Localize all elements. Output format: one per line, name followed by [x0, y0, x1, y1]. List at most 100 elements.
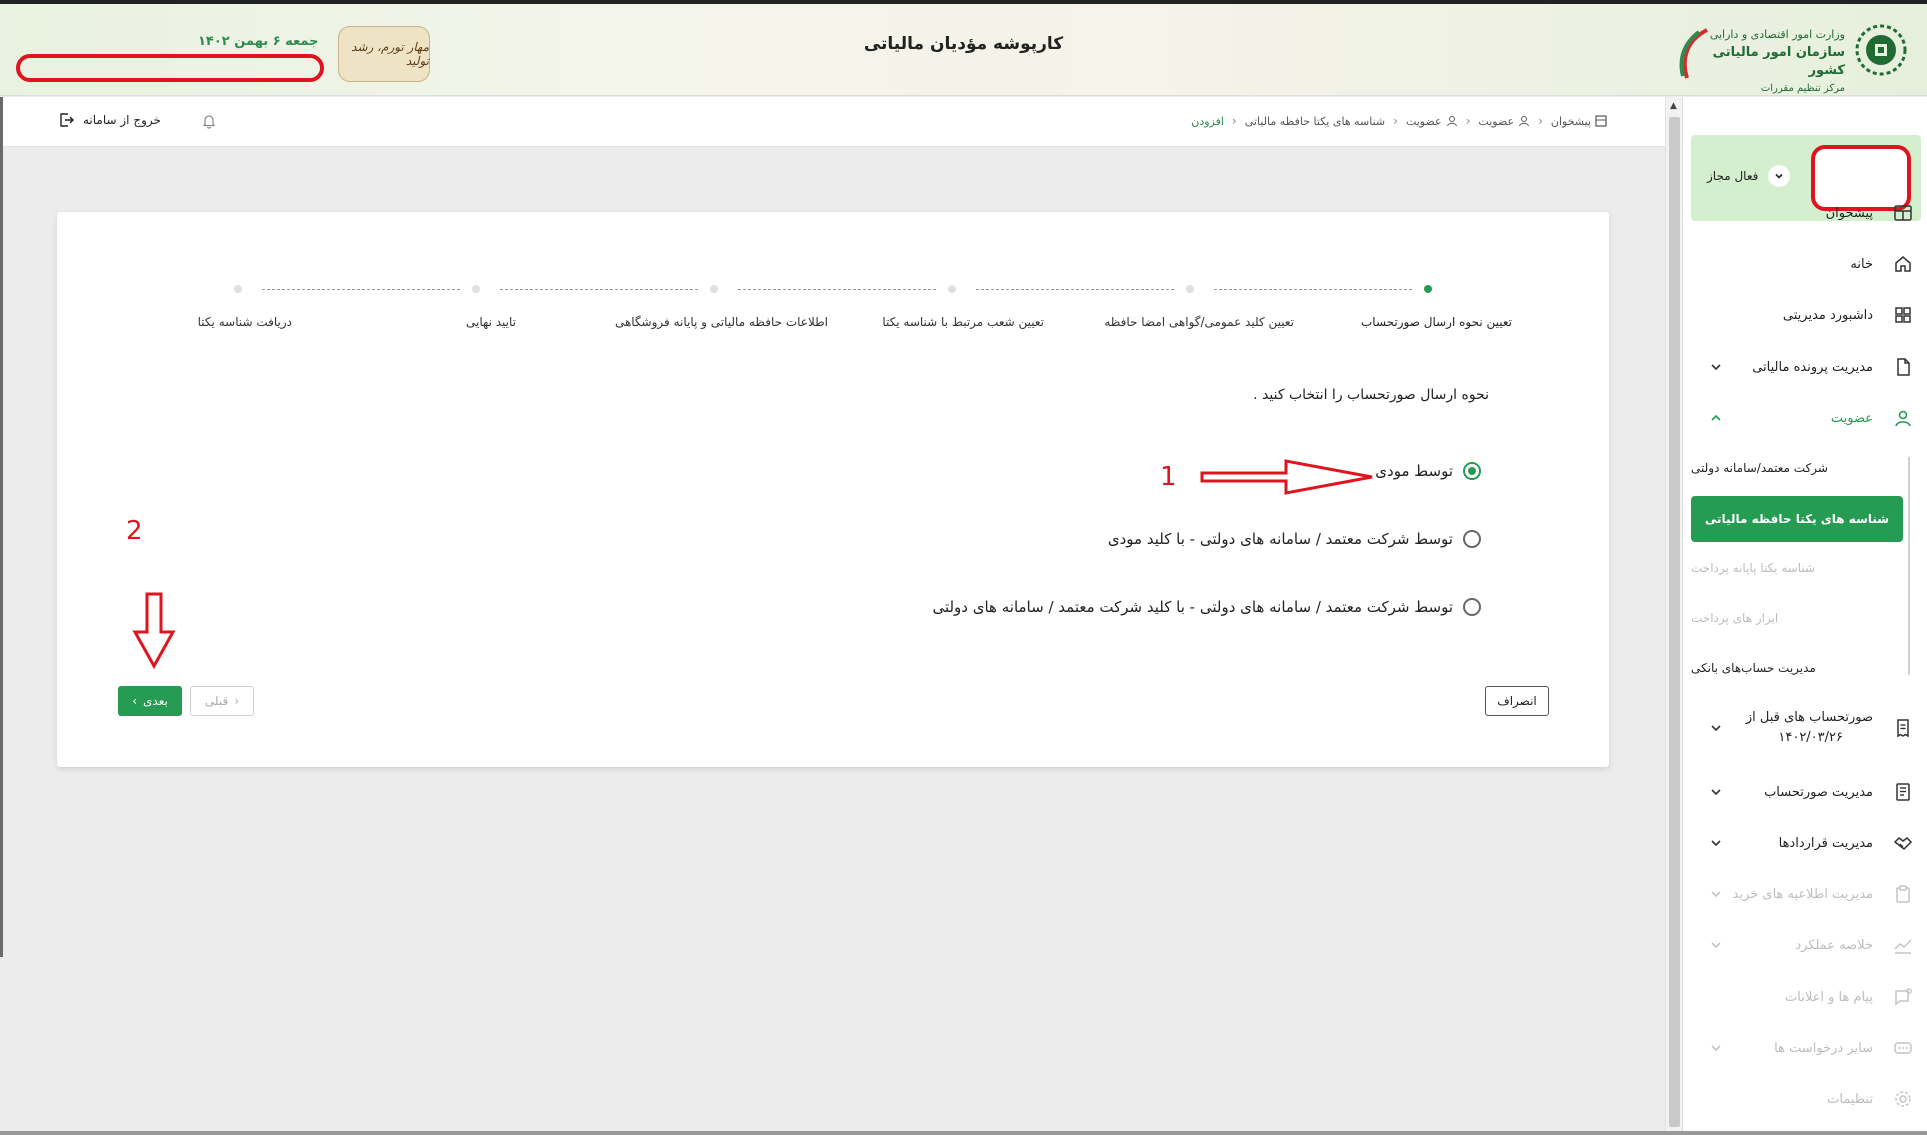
breadcrumb-label: عضویت [1478, 114, 1515, 128]
cancel-button[interactable]: انصراف [1485, 686, 1549, 716]
logout-icon [60, 113, 74, 127]
annotation-arrow-right-icon [1200, 459, 1373, 495]
sidebar-item-label: داشبورد مدیریتی [1782, 307, 1873, 323]
logout-button[interactable]: خروج از سامانه [59, 112, 161, 128]
radio-dot [1468, 467, 1476, 475]
chevron-down-icon[interactable] [1709, 785, 1723, 799]
sidebar-subitem-trusted-company[interactable]: شرکت معتمد/سامانه دولتی [1691, 448, 1903, 488]
option-by-taxpayer[interactable]: توسط مودی [1375, 462, 1481, 480]
breadcrumb-label: شناسه های یکتا حافظه مالیاتی [1244, 114, 1386, 128]
step-label-3: تعیین شعب مرتبط با شناسه یکتا [882, 315, 1044, 329]
step-label-6: دریافت شناسه یکتا [197, 315, 292, 329]
stepper-connector [1214, 289, 1412, 290]
scrollbar-thumb[interactable] [1669, 117, 1680, 1127]
org-center-line: مرکز تنظیم مقررات [1760, 83, 1845, 94]
sidebar-item-label: مدیریت اطلاعیه های خرید [1732, 886, 1873, 902]
sidebar-subitem-payment-terminal-id: شناسه یکتا پایانه پرداخت [1691, 561, 1816, 575]
invoice-icon [1896, 783, 1910, 801]
sidebar-item-label-group: صورتحساب های قبل از ۱۴۰۲/۰۳/۲۶ [1746, 708, 1873, 748]
chevron-left-icon: ‹ [1393, 114, 1398, 128]
sidebar-item-contracts[interactable]: مدیریت قراردادها [1683, 823, 1927, 863]
sidebar-subitem-bank-accounts[interactable]: مدیریت حساب‌های بانکی [1691, 648, 1903, 688]
form-prompt: نحوه ارسال صورتحساب را انتخاب کنید . [1253, 387, 1489, 403]
current-date: جمعه ۶ بهمن ۱۴۰۲ [198, 34, 319, 49]
sidebar-item-label: مدیریت قراردادها [1778, 835, 1873, 851]
sidebar-item-label: خانه [1850, 256, 1873, 272]
chevron-down-icon[interactable] [1709, 836, 1723, 850]
breadcrumb-label: پیشخوان [1550, 114, 1591, 128]
home-icon [1895, 256, 1911, 272]
handshake-icon [1893, 837, 1913, 850]
chart-icon [1894, 939, 1912, 954]
breadcrumb-item-dashboard[interactable]: پیشخوان [1551, 115, 1607, 128]
sidebar-item-tax-file[interactable]: مدیریت پرونده مالیاتی [1683, 347, 1927, 387]
breadcrumb-item-membership-2[interactable]: عضویت [1406, 115, 1458, 128]
dashboard-icon [1894, 205, 1912, 221]
sidebar-item-messages: پیام ها و اعلانات [1683, 977, 1927, 1017]
next-label: بعدی [143, 694, 168, 708]
step-indicator-5 [472, 285, 480, 293]
step-indicator-3 [948, 285, 956, 293]
step-label-4: اطلاعات حافظه مالیاتی و پایانه فروشگاهی [614, 315, 828, 329]
radio-button[interactable] [1463, 462, 1481, 480]
sidebar-item-label: سایر درخواست ها [1774, 1040, 1873, 1056]
chevron-left-icon: ‹ [234, 694, 240, 708]
previous-button[interactable]: ‹ قبلی [190, 686, 254, 716]
chevron-left-icon: ‹ [1538, 114, 1543, 128]
user-icon [1895, 410, 1911, 427]
sidebar-item-pre-1402-invoices[interactable]: صورتحساب های قبل از ۱۴۰۲/۰۳/۲۶ [1683, 703, 1927, 753]
next-button[interactable]: بعدی › [118, 686, 182, 716]
chevron-down-icon[interactable] [1709, 360, 1723, 374]
option-by-trusted-company-company-key[interactable]: توسط شرکت معتمد / سامانه های دولتی - با … [932, 598, 1481, 616]
scroll-up-icon[interactable]: ▲ [1670, 101, 1677, 111]
sidebar: فعال مجاز پیشخوان خانه داشبورد مدیریتی م… [1683, 97, 1927, 1133]
sidebar-item-label-date: ۱۴۰۲/۰۳/۲۶ [1778, 730, 1843, 745]
user-status[interactable]: فعال مجاز [1707, 165, 1791, 187]
option-label: توسط شرکت معتمد / سامانه های دولتی - با … [932, 598, 1453, 616]
breadcrumb-item-fiscal-ids[interactable]: شناسه های یکتا حافظه مالیاتی [1245, 115, 1385, 128]
chevron-down-icon[interactable] [1709, 721, 1723, 735]
wizard-card: تعیین نحوه ارسال صورتحساب تعیین کلید عمو… [57, 212, 1609, 767]
slogan-badge: مهار تورم، رشد تولید [338, 26, 430, 82]
radio-button[interactable] [1463, 598, 1481, 616]
more-icon [1894, 1042, 1912, 1054]
sidebar-item-invoice-management[interactable]: مدیریت صورتحساب [1683, 772, 1927, 812]
sidebar-item-dashboard[interactable]: پیشخوان [1683, 193, 1927, 233]
sidebar-item-label: خلاصه عملکرد [1795, 937, 1873, 953]
chevron-down-icon[interactable] [1768, 165, 1791, 187]
step-indicator-1 [1424, 285, 1432, 293]
sidebar-item-settings: تنظیمات [1683, 1079, 1927, 1119]
tax-organization-emblem-icon [1855, 24, 1907, 76]
logout-label: خروج از سامانه [83, 113, 161, 127]
radio-button[interactable] [1463, 530, 1481, 548]
stepper-connector [976, 289, 1174, 290]
sidebar-item-membership[interactable]: عضویت [1683, 398, 1927, 438]
main-scrollbar[interactable]: ▲ [1665, 97, 1683, 1133]
chevron-down-icon [1711, 1045, 1721, 1052]
clipboard-icon [1896, 885, 1910, 903]
breadcrumb-item-membership[interactable]: عضویت [1478, 115, 1530, 128]
sidebar-subitem-fiscal-memory-ids[interactable]: شناسه های یکتا حافظه مالیاتی [1691, 496, 1903, 542]
annotation-number-2: 2 [126, 516, 143, 546]
receipt-icon [1897, 719, 1909, 738]
option-label: توسط شرکت معتمد / سامانه های دولتی - با … [1107, 530, 1453, 548]
option-by-trusted-company-taxpayer-key[interactable]: توسط شرکت معتمد / سامانه های دولتی - با … [1108, 530, 1481, 548]
gear-icon [1895, 1091, 1911, 1107]
step-label-1: تعیین نحوه ارسال صورتحساب [1360, 315, 1512, 329]
redaction-mark [16, 54, 324, 82]
stepper-connector [738, 289, 936, 290]
dashboard-icon [1595, 115, 1607, 127]
sidebar-item-home[interactable]: خانه [1683, 244, 1927, 284]
annotation-number-1: 1 [1160, 462, 1177, 492]
sidebar-item-management-dashboard[interactable]: داشبورد مدیریتی [1683, 295, 1927, 335]
step-indicator-6 [234, 285, 242, 293]
sidebar-item-other-requests: سایر درخواست ها [1683, 1028, 1927, 1068]
chevron-down-icon [1711, 942, 1721, 949]
sidebar-item-label: صورتحساب های قبل از [1745, 710, 1873, 725]
breadcrumb-label: عضویت [1405, 114, 1442, 128]
chevron-up-icon[interactable] [1709, 411, 1723, 425]
annotation-arrow-down-icon [132, 592, 176, 670]
sidebar-item-label: پیشخوان [1825, 205, 1873, 221]
file-icon [1897, 358, 1910, 376]
bell-icon[interactable] [201, 113, 217, 129]
